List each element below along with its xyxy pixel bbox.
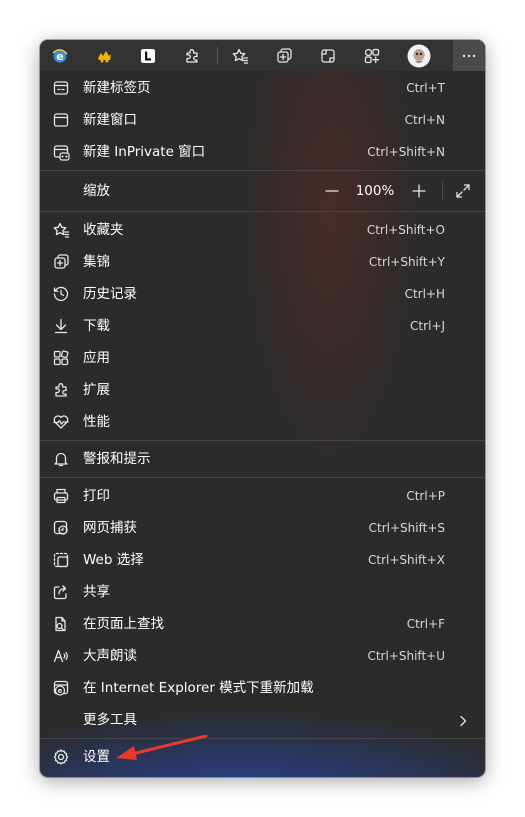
edge-settings-menu: e 新建标签页 Ctrl+T 新建窗口 Ctrl+N 新建 InPrivate … xyxy=(40,40,485,777)
favorites-toolbar-icon[interactable] xyxy=(227,43,253,69)
extensions-puzzle-icon[interactable] xyxy=(179,43,205,69)
menu-item-shortcut: Ctrl+Shift+N xyxy=(367,145,445,159)
tampermonkey-extension-icon[interactable] xyxy=(91,43,117,69)
extensions-toolbar: e xyxy=(40,40,485,71)
zoom-in-button[interactable] xyxy=(403,171,435,211)
menu-item-history[interactable]: 历史记录 Ctrl+H xyxy=(40,278,485,310)
menu-item-more-tools[interactable]: 更多工具 xyxy=(40,704,485,736)
new-window-icon xyxy=(52,111,70,129)
menu-item-label: 集锦 xyxy=(83,254,110,270)
download-icon xyxy=(52,317,70,335)
web-select-icon xyxy=(52,551,70,569)
menu-item-label: 扩展 xyxy=(83,382,110,398)
more-options-ellipsis-icon[interactable] xyxy=(453,40,485,71)
red-annotation-arrow xyxy=(116,735,208,760)
menu-item-performance[interactable]: 性能 xyxy=(40,406,485,438)
svg-text:e: e xyxy=(56,50,63,63)
menu-item-label: 应用 xyxy=(83,350,110,366)
chevron-right-icon xyxy=(457,713,469,732)
history-clock-icon xyxy=(52,285,70,303)
menu-item-shortcut: Ctrl+F xyxy=(406,617,445,631)
menu-item-shortcut: Ctrl+P xyxy=(406,489,445,503)
menu-item-label: 网页捕获 xyxy=(83,520,137,536)
sidebar-tools-toolbar-icon[interactable] xyxy=(359,43,385,69)
menu-item-shortcut: Ctrl+J xyxy=(410,319,445,333)
menu-item-label: 更多工具 xyxy=(83,712,137,728)
menu-item-label: 下载 xyxy=(83,318,110,334)
menu-item-shortcut: Ctrl+Shift+U xyxy=(367,649,445,663)
toolbar-separator xyxy=(217,47,218,64)
bell-icon xyxy=(52,450,70,468)
menu-item-label: 警报和提示 xyxy=(83,451,151,467)
menu-divider xyxy=(40,211,485,212)
menu-item-label: 收藏夹 xyxy=(83,222,124,238)
new-tab-icon xyxy=(52,79,70,97)
extensions-puzzle-icon xyxy=(52,381,70,399)
menu-item-new-inprivate-window[interactable]: 新建 InPrivate 窗口 Ctrl+Shift+N xyxy=(40,136,485,168)
menu-divider xyxy=(40,477,485,478)
menu-item-label: 新建 InPrivate 窗口 xyxy=(83,144,206,160)
menu-item-label: 在页面上查找 xyxy=(83,616,164,632)
menu-item-label: 设置 xyxy=(83,749,110,765)
zoom-label: 缩放 xyxy=(83,183,110,199)
performance-heartbeat-icon xyxy=(52,413,70,431)
zoom-separator xyxy=(442,181,443,201)
menu-item-label: 大声朗读 xyxy=(83,648,137,664)
menu-item-alerts[interactable]: 警报和提示 xyxy=(40,443,485,475)
ie-mode-icon: e xyxy=(52,679,70,697)
menu-item-print[interactable]: 打印 Ctrl+P xyxy=(40,480,485,512)
menu-item-web-select[interactable]: Web 选择 Ctrl+Shift+X xyxy=(40,544,485,576)
find-on-page-icon xyxy=(52,615,70,633)
apps-icon xyxy=(52,349,70,367)
menu-item-collections[interactable]: 集锦 Ctrl+Shift+Y xyxy=(40,246,485,278)
menu-item-settings[interactable]: 设置 xyxy=(40,741,485,773)
menu-item-reload-ie-mode[interactable]: e 在 Internet Explorer 模式下重新加载 xyxy=(40,672,485,704)
menu-divider xyxy=(40,738,485,739)
web-capture-toolbar-icon[interactable] xyxy=(315,43,341,69)
menu-item-shortcut: Ctrl+Shift+S xyxy=(368,521,445,535)
menu-item-shortcut: Ctrl+T xyxy=(406,81,445,95)
ie-extension-icon[interactable]: e xyxy=(47,43,73,69)
menu-item-label: 打印 xyxy=(83,488,110,504)
menu-item-extensions[interactable]: 扩展 xyxy=(40,374,485,406)
menu-item-downloads[interactable]: 下载 Ctrl+J xyxy=(40,310,485,342)
inprivate-icon xyxy=(52,143,70,161)
collections-toolbar-icon[interactable] xyxy=(271,43,297,69)
menu-item-shortcut: Ctrl+N xyxy=(404,113,445,127)
gear-icon xyxy=(52,748,70,766)
menu-item-label: Web 选择 xyxy=(83,552,144,568)
zoom-out-button[interactable] xyxy=(316,171,348,211)
menu-item-label: 新建标签页 xyxy=(83,80,151,96)
menu-item-apps[interactable]: 应用 xyxy=(40,342,485,374)
collections-icon xyxy=(52,253,70,271)
menu-item-shortcut: Ctrl+H xyxy=(404,287,445,301)
printer-icon xyxy=(52,487,70,505)
menu-item-find-on-page[interactable]: 在页面上查找 Ctrl+F xyxy=(40,608,485,640)
zoom-level: 100% xyxy=(355,183,395,199)
menu-item-favorites[interactable]: 收藏夹 Ctrl+Shift+O xyxy=(40,214,485,246)
zoom-row: 缩放 100% xyxy=(40,171,485,211)
web-capture-icon xyxy=(52,519,70,537)
fullscreen-expand-icon[interactable] xyxy=(447,171,479,211)
share-icon xyxy=(52,583,70,601)
menu-item-shortcut: Ctrl+Shift+O xyxy=(366,223,445,237)
menu-divider xyxy=(40,440,485,441)
menu-item-share[interactable]: 共享 xyxy=(40,576,485,608)
menu-item-read-aloud[interactable]: 大声朗读 Ctrl+Shift+U xyxy=(40,640,485,672)
menu-item-label: 共享 xyxy=(83,584,110,600)
menu-item-new-tab[interactable]: 新建标签页 Ctrl+T xyxy=(40,72,485,104)
menu-item-label: 在 Internet Explorer 模式下重新加载 xyxy=(83,680,314,696)
menu-item-shortcut: Ctrl+Shift+X xyxy=(368,553,445,567)
menu-item-label: 性能 xyxy=(83,414,110,430)
profile-avatar[interactable] xyxy=(405,43,433,69)
menu-item-label: 历史记录 xyxy=(83,286,137,302)
read-aloud-icon xyxy=(52,647,70,665)
letter-extension-icon[interactable] xyxy=(135,43,161,69)
svg-text:e: e xyxy=(58,687,63,695)
menu-item-new-window[interactable]: 新建窗口 Ctrl+N xyxy=(40,104,485,136)
menu-item-label: 新建窗口 xyxy=(83,112,137,128)
menu-item-web-capture[interactable]: 网页捕获 Ctrl+Shift+S xyxy=(40,512,485,544)
favorites-star-icon xyxy=(52,221,70,239)
menu-item-shortcut: Ctrl+Shift+Y xyxy=(368,255,445,269)
